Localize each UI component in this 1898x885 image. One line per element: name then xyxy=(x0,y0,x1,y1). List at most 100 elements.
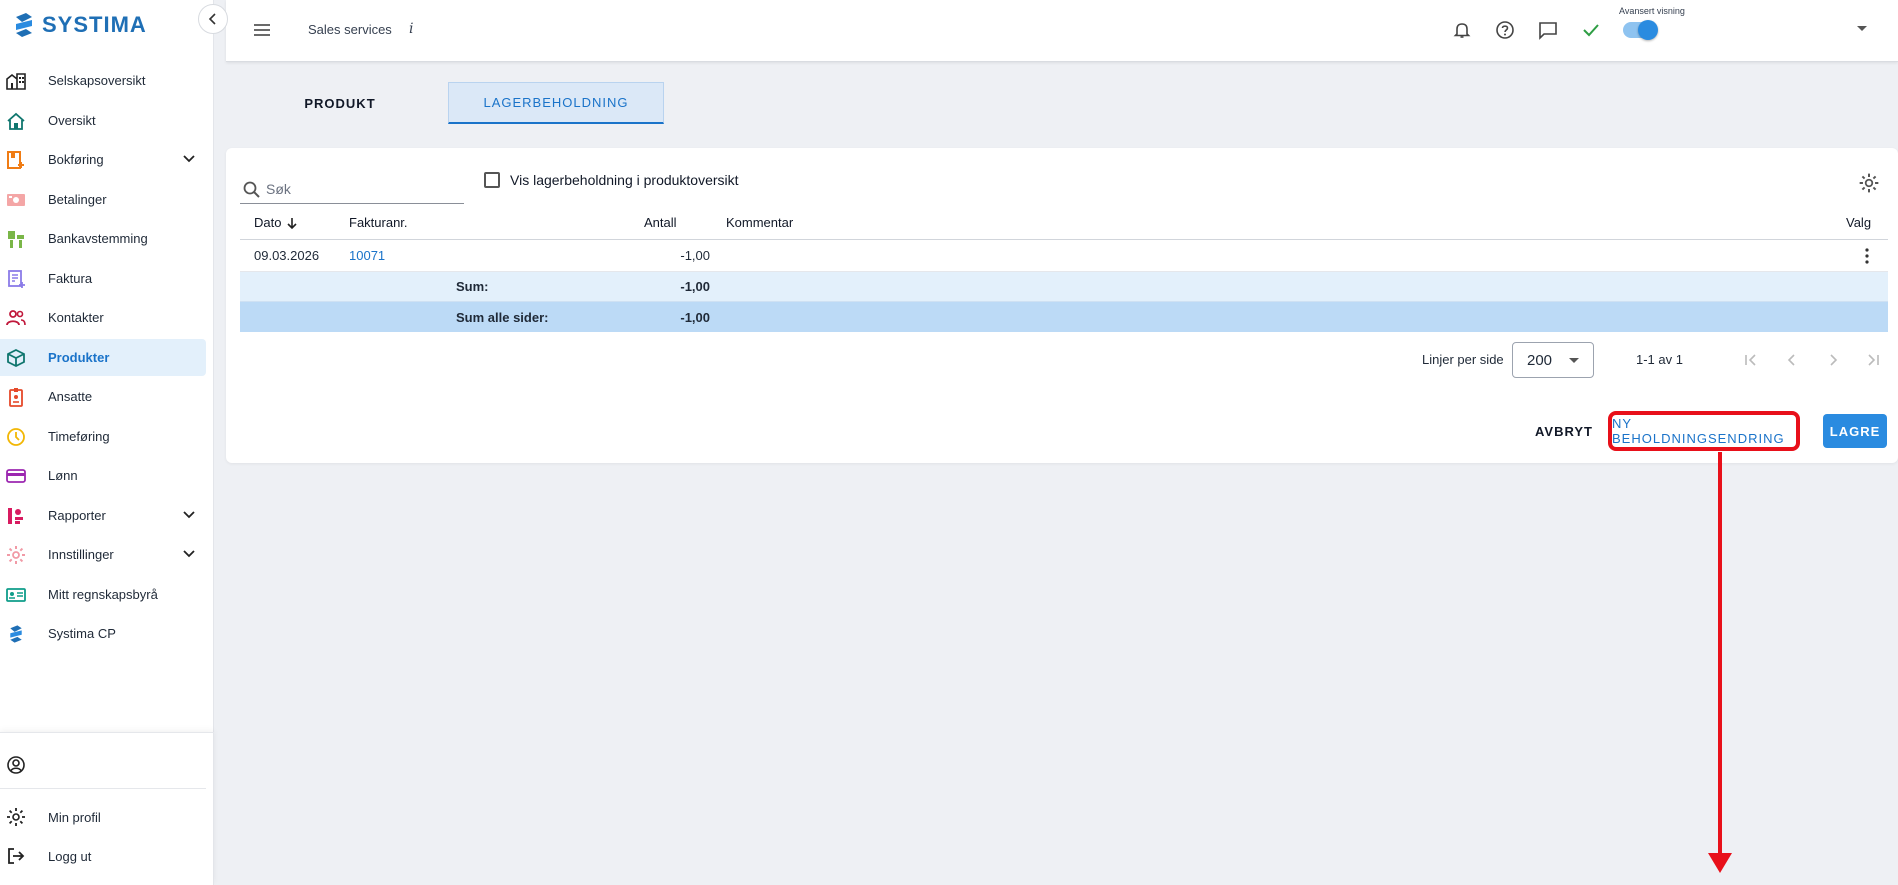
sidebar-item-selskapsoversikt[interactable]: Selskapsoversikt xyxy=(0,62,206,99)
chevron-right-icon xyxy=(1830,354,1838,366)
invoice-icon xyxy=(6,269,26,289)
table-row: 09.03.2026 10071 -1,00 xyxy=(240,240,1888,272)
my-profile-label: Min profil xyxy=(48,809,101,825)
column-header-antall[interactable]: Antall xyxy=(644,206,677,239)
sidebar-item-label: Lønn xyxy=(48,468,78,483)
last-page-button[interactable] xyxy=(1860,347,1886,373)
sidebar-item-label: Mitt regnskapsbyrå xyxy=(48,586,158,602)
logo[interactable]: SYSTIMA xyxy=(12,10,147,40)
hamburger-menu-icon[interactable] xyxy=(250,18,274,42)
account-avatar[interactable] xyxy=(0,747,208,783)
sidebar-item-innstillinger[interactable]: Innstillinger xyxy=(0,536,206,573)
bell-icon xyxy=(1453,23,1471,38)
new-stock-change-button[interactable]: NY BEHOLDNINGSENDRING xyxy=(1608,411,1800,451)
first-page-button[interactable] xyxy=(1738,347,1764,373)
sidebar-item-rapporter[interactable]: Rapporter xyxy=(0,497,206,534)
column-header-valg: Valg xyxy=(1846,215,1872,230)
rows-per-page-select[interactable]: 200 xyxy=(1512,342,1594,378)
next-page-button[interactable] xyxy=(1820,347,1846,373)
column-header-kommentar[interactable]: Kommentar xyxy=(726,206,793,239)
sidebar-item-timeforing[interactable]: Timeføring xyxy=(0,418,206,455)
card-icon xyxy=(6,466,26,486)
home-icon xyxy=(6,111,26,131)
annotation-arrow xyxy=(1718,452,1722,856)
checkbox-label: Vis lagerbeholdning i produktoversikt xyxy=(510,172,739,188)
status-check xyxy=(1579,18,1603,42)
chevron-left-icon xyxy=(1787,354,1795,366)
advanced-view-toggle[interactable] xyxy=(1623,20,1658,40)
help-circle-icon xyxy=(1496,21,1514,39)
sidebar-item-lonn[interactable]: Lønn xyxy=(0,457,206,494)
divider xyxy=(0,788,206,789)
sidebar-item-label: Selskapsoversikt xyxy=(48,73,146,88)
show-inventory-checkbox[interactable] xyxy=(484,172,500,188)
notifications-button[interactable] xyxy=(1450,18,1474,42)
row-menu-icon[interactable] xyxy=(1858,247,1876,265)
header-dato-label: Dato xyxy=(254,215,282,230)
account-dropdown-icon[interactable] xyxy=(1857,26,1867,31)
tab-lagerbeholdning[interactable]: LAGERBEHOLDNING xyxy=(448,82,664,124)
collapse-sidebar-button[interactable] xyxy=(198,4,228,34)
sidebar-item-produkter[interactable]: Produkter xyxy=(0,338,206,376)
chevron-down-icon[interactable] xyxy=(182,547,196,561)
sidebar-item-kontakter[interactable]: Kontakter xyxy=(0,299,206,336)
sidebar-item-bankavstemming[interactable]: Bankavstemming xyxy=(0,220,206,257)
top-bar: Sales services i Avansert visning xyxy=(226,0,1898,62)
sum-all-label: Sum alle sider: xyxy=(456,309,549,325)
sidebar-item-faktura[interactable]: Faktura xyxy=(0,260,206,297)
sidebar-item-label: Timeføring xyxy=(48,428,110,444)
save-button[interactable]: LAGRE xyxy=(1823,414,1887,448)
tab-produkt[interactable]: PRODUKT xyxy=(226,82,454,124)
chat-icon xyxy=(1539,22,1557,40)
inventory-card: Vis lagerbeholdning i produktoversikt Da… xyxy=(226,148,1898,463)
search-icon xyxy=(243,181,260,198)
search-input[interactable] xyxy=(266,178,456,200)
chevron-down-icon[interactable] xyxy=(182,508,196,522)
sidebar-item-ansatte[interactable]: Ansatte xyxy=(0,378,206,415)
check-icon xyxy=(1583,24,1599,37)
my-profile-link[interactable]: Min profil xyxy=(0,799,208,835)
sidebar-item-bokforing[interactable]: Bokføring xyxy=(0,141,206,178)
sidebar-item-mitt-regnskapsbyra[interactable]: Mitt regnskapsbyrå xyxy=(0,576,206,613)
chevron-down-icon[interactable] xyxy=(182,152,196,166)
clock-icon xyxy=(6,427,26,447)
sidebar-item-label: Innstillinger xyxy=(48,547,114,562)
sidebar-item-systima-cp[interactable]: Systima CP xyxy=(0,615,206,652)
sidebar-item-label: Bankavstemming xyxy=(48,231,148,246)
sidebar-nav: Selskapsoversikt Oversikt Bokføring Beta… xyxy=(0,62,214,655)
logout-label: Logg ut xyxy=(48,848,92,864)
logout-icon xyxy=(8,848,25,864)
account-circle-icon xyxy=(7,756,25,774)
arrow-down-icon xyxy=(287,217,298,229)
company-name[interactable]: Sales services xyxy=(308,22,392,37)
annotation-arrow-head xyxy=(1708,853,1732,873)
table-settings-icon[interactable] xyxy=(1858,172,1880,194)
cell-antall: -1,00 xyxy=(680,248,710,263)
sidebar: SYSTIMA Selskapsoversikt Oversikt Bokfør… xyxy=(0,0,228,885)
last-page-icon xyxy=(1868,354,1879,366)
invoice-number-link[interactable]: 10071 xyxy=(349,240,385,271)
sum-value: -1,00 xyxy=(680,279,710,294)
sidebar-item-oversikt[interactable]: Oversikt xyxy=(0,102,206,139)
logo-text: SYSTIMA xyxy=(42,12,147,37)
info-icon[interactable]: i xyxy=(409,21,413,37)
column-header-dato[interactable]: Dato xyxy=(254,206,299,239)
systima-icon xyxy=(6,624,26,644)
sum-all-value: -1,00 xyxy=(680,309,710,325)
bank-icon xyxy=(6,229,26,249)
cancel-button[interactable]: AVBRYT xyxy=(1526,414,1602,448)
cell-dato: 09.03.2026 xyxy=(254,248,320,263)
sidebar-item-betalinger[interactable]: Betalinger xyxy=(0,181,206,218)
sidebar-item-label: Kontakter xyxy=(48,310,104,325)
logout-link[interactable]: Logg ut xyxy=(0,838,208,874)
help-button[interactable] xyxy=(1493,18,1517,42)
chat-button[interactable] xyxy=(1536,18,1560,42)
column-header-fakturanr[interactable]: Fakturanr. xyxy=(349,206,408,239)
badge-icon xyxy=(6,387,26,407)
rows-per-page-value: 200 xyxy=(1527,352,1553,369)
sum-all-row: Sum alle sider: -1,00 xyxy=(240,302,1888,332)
gear-icon xyxy=(6,545,26,565)
sum-row: Sum: -1,00 xyxy=(240,272,1888,302)
sidebar-item-label: Rapporter xyxy=(48,507,106,523)
previous-page-button[interactable] xyxy=(1779,347,1805,373)
